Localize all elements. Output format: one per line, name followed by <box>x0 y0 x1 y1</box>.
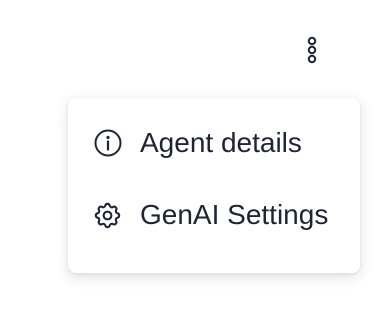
info-icon <box>92 128 123 159</box>
menu-item-label: Agent details <box>140 127 302 158</box>
options-menu: Agent details GenAI Settings <box>68 98 360 273</box>
more-options-button[interactable] <box>300 34 324 66</box>
menu-item-label: GenAI Settings <box>140 199 329 230</box>
page: Agent details GenAI Settings <box>0 0 374 310</box>
menu-item-agent-details[interactable]: Agent details <box>68 107 360 179</box>
menu-item-genai-settings[interactable]: GenAI Settings <box>68 179 360 251</box>
vertical-ellipsis-icon <box>307 36 317 64</box>
gear-icon <box>92 200 123 231</box>
